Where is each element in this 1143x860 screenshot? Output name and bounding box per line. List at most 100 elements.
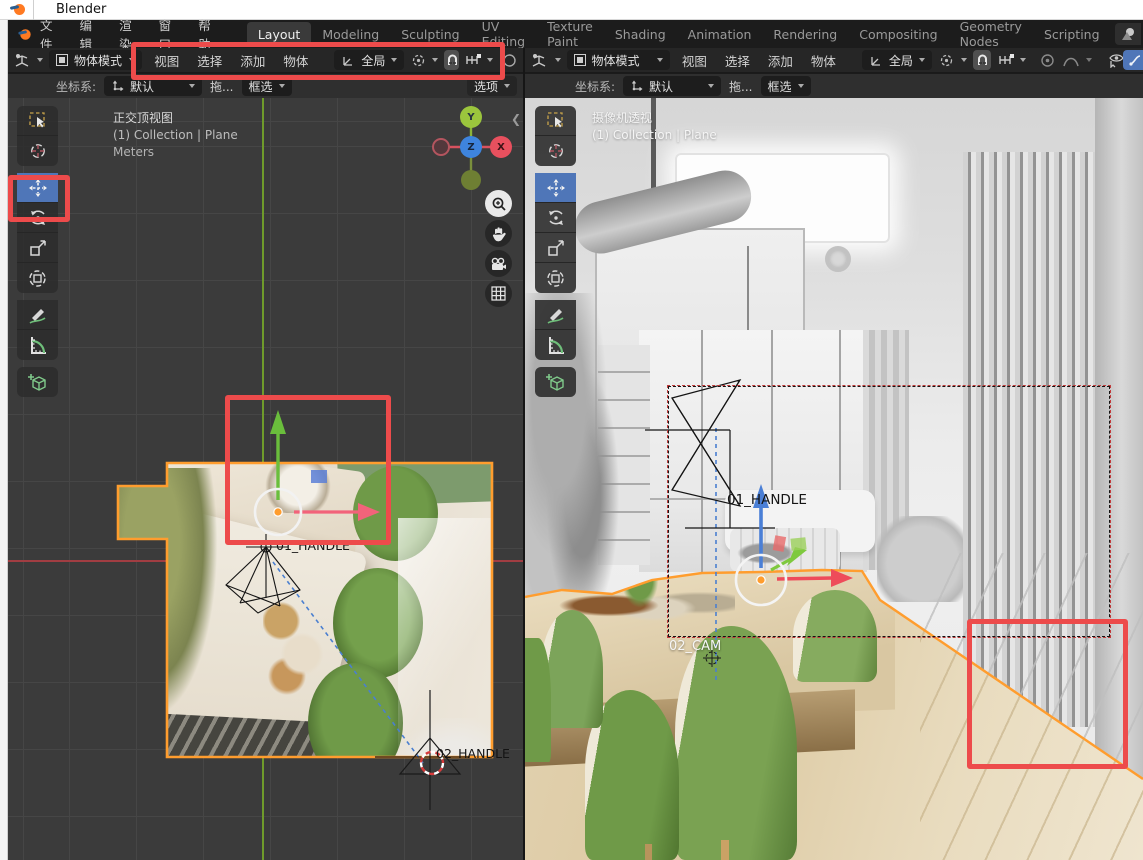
add-menu[interactable]: 添加: [234, 51, 271, 70]
axis-x-ball[interactable]: X: [490, 136, 512, 158]
snap-increment-icon: [465, 54, 481, 66]
select-menu[interactable]: 选择: [191, 51, 228, 70]
pivot-point-button-2[interactable]: [938, 50, 956, 70]
camera-icon: [490, 257, 507, 271]
axis-y-ball[interactable]: Y: [460, 106, 482, 128]
axis-x-label: X: [497, 142, 505, 153]
tool-select-box[interactable]: [17, 106, 58, 136]
rotate-tool-icon: [28, 208, 48, 228]
tab-scripting[interactable]: Scripting: [1033, 22, 1111, 47]
window-left-edge: [0, 20, 8, 860]
grid-icon: [491, 286, 506, 301]
units-label: Meters: [113, 144, 238, 161]
axis-y-neg-ball[interactable]: [461, 170, 481, 190]
fallback-orientation-dropdown[interactable]: 默认: [104, 76, 202, 96]
add-menu-2[interactable]: 添加: [762, 51, 799, 70]
left-tool-settings: 坐标系: 默认 拖... 框选 选项: [8, 74, 523, 99]
left-3d-viewport[interactable]: 01_HANDLE 02_HANDLE 正交顶视图 (1) Collection…: [8, 98, 523, 860]
snap-increment-icon-2: [998, 54, 1014, 66]
zoom-view-button[interactable]: [485, 190, 512, 217]
tool-measure[interactable]: [17, 330, 58, 360]
tool-rotate-2[interactable]: [535, 203, 576, 233]
blender-menu-icon[interactable]: [18, 29, 30, 39]
tool-select-box-2[interactable]: [535, 106, 576, 136]
blender-logo-icon: [10, 4, 25, 15]
pan-view-button[interactable]: [485, 220, 512, 247]
snap-target-button[interactable]: [465, 50, 481, 70]
tab-compositing[interactable]: Compositing: [848, 22, 948, 47]
tool-annotate-2[interactable]: [535, 300, 576, 330]
tool-add-cube[interactable]: [17, 367, 58, 397]
mode-chevron: [129, 58, 135, 62]
mode-dropdown[interactable]: 物体模式: [49, 50, 142, 70]
snap-toggle-2[interactable]: [973, 50, 991, 70]
tool-rotate[interactable]: [17, 203, 58, 233]
camera-view-button[interactable]: [485, 250, 512, 277]
fallback-orientation-dropdown-2[interactable]: 默认: [623, 76, 721, 96]
tool-scale-2[interactable]: [535, 233, 576, 263]
overlays-button[interactable]: [1123, 50, 1143, 70]
dining-chair: [525, 638, 551, 762]
axis-x-neg-ball[interactable]: [432, 138, 450, 156]
tab-animation[interactable]: Animation: [677, 22, 763, 47]
ceiling-vent: [825, 246, 851, 272]
tab-layout[interactable]: Layout: [247, 22, 312, 47]
tool-add-cube-2[interactable]: [535, 367, 576, 397]
editor-type-button[interactable]: [14, 50, 31, 70]
editor-type-button-2[interactable]: [531, 50, 549, 70]
tool-cursor-2[interactable]: [535, 136, 576, 166]
proportional-edit-button[interactable]: [1038, 50, 1056, 70]
box-select-label: 框选: [249, 78, 273, 95]
snap-toggle[interactable]: [444, 50, 460, 70]
axis-z-ball[interactable]: Z: [460, 136, 482, 158]
pivot-point-button[interactable]: [410, 50, 426, 70]
right-3d-viewport[interactable]: 01_HANDLE 02_CAM 摄像机透视 (1) Collection | …: [525, 98, 1143, 860]
drag-mode-dropdown-2[interactable]: 框选: [761, 76, 811, 96]
falloff-dropdown[interactable]: [1062, 50, 1080, 70]
drag-mode-dropdown[interactable]: 框选: [242, 76, 292, 96]
select-box-icon-2: [546, 111, 566, 130]
axis-z-label: Z: [467, 142, 474, 153]
tool-transform[interactable]: [17, 263, 58, 293]
snap-target-button-2[interactable]: [997, 50, 1015, 70]
tool-transform-2[interactable]: [535, 263, 576, 293]
view-menu[interactable]: 视图: [148, 51, 185, 70]
ortho-toggle-button[interactable]: [485, 280, 512, 307]
hand-icon: [491, 226, 506, 242]
annotate-pen-icon: [28, 305, 48, 325]
handle1-label: 01_HANDLE: [276, 538, 350, 553]
tab-shading[interactable]: Shading: [604, 22, 677, 47]
orientation-dropdown[interactable]: 全局: [334, 50, 404, 70]
mode-dropdown-2[interactable]: 物体模式: [567, 50, 670, 70]
proportional-icon-2: [1040, 53, 1055, 68]
orientation-chevron-2: [919, 58, 925, 62]
proportional-edit-button-partial[interactable]: [501, 50, 517, 70]
scene-browse-button[interactable]: [1115, 23, 1141, 45]
pivot-icon-2: [939, 53, 954, 68]
tool-move[interactable]: [17, 173, 58, 203]
orientation-label: 全局: [361, 52, 385, 69]
scene-icon: [1120, 27, 1136, 41]
drag-label-2[interactable]: 拖...: [729, 78, 752, 95]
options-dropdown[interactable]: 选项: [467, 76, 517, 96]
tab-sculpting[interactable]: Sculpting: [390, 22, 470, 47]
select-menu-2[interactable]: 选择: [719, 51, 756, 70]
object-menu[interactable]: 物体: [277, 51, 314, 70]
scale-tool-icon: [28, 238, 48, 258]
tool-cursor[interactable]: [17, 136, 58, 166]
tool-annotate[interactable]: [17, 300, 58, 330]
orientation-dropdown-2[interactable]: 全局: [862, 50, 932, 70]
tool-measure-2[interactable]: [535, 330, 576, 360]
viewport-editor-icon-2: [531, 53, 548, 68]
tab-rendering[interactable]: Rendering: [762, 22, 848, 47]
tab-modeling[interactable]: Modeling: [311, 22, 390, 47]
sidebar-collapse-arrow[interactable]: ❮: [511, 112, 521, 126]
pivot-chevron-2: [961, 58, 967, 62]
view-menu-2[interactable]: 视图: [676, 51, 713, 70]
topbar: 文件 编辑 渲染 窗口 帮助 Layout Modeling Sculpting…: [8, 20, 1143, 48]
tool-move-2[interactable]: [535, 173, 576, 203]
object-menu-2[interactable]: 物体: [805, 51, 842, 70]
drag-label[interactable]: 拖...: [210, 78, 233, 95]
tool-scale[interactable]: [17, 233, 58, 263]
camera-frame[interactable]: [668, 386, 1110, 637]
